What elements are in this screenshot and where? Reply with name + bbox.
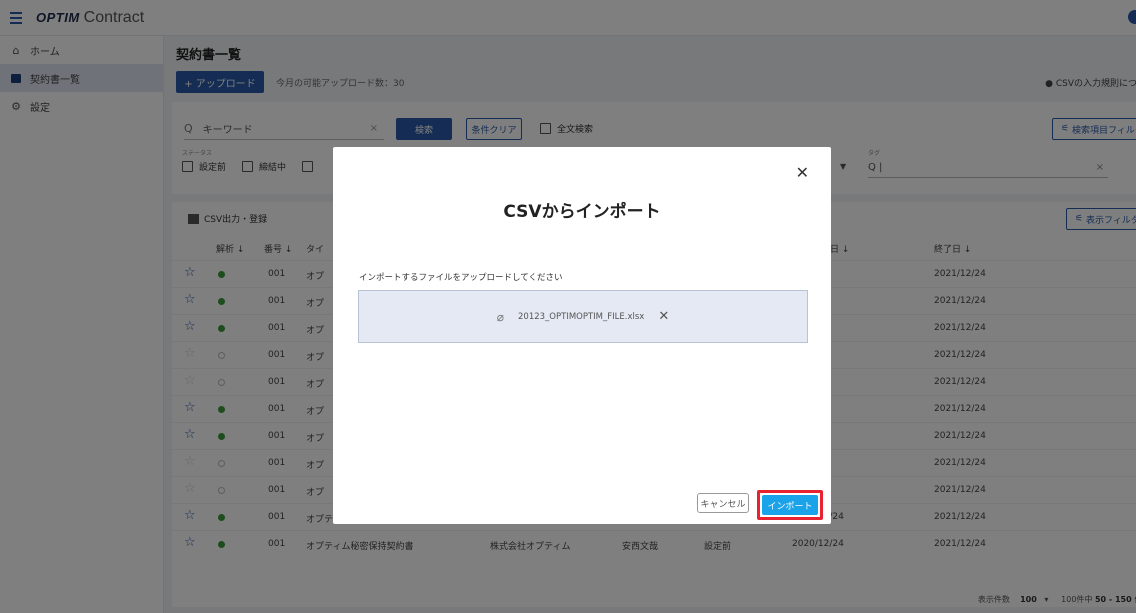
paperclip-icon: ⌀ — [496, 309, 505, 324]
close-icon[interactable]: ✕ — [796, 163, 809, 182]
dialog-instruction: インポートするファイルをアップロードしてください — [359, 273, 563, 283]
file-upload-area[interactable]: ⌀ 20123_OPTIMOPTIM_FILE.xlsx ✕ — [358, 290, 808, 343]
import-button[interactable]: インポート — [762, 495, 818, 515]
csv-import-dialog: ✕ CSVからインポート インポートするファイルをアップロードしてください ⌀ … — [333, 147, 831, 524]
file-name: 20123_OPTIMOPTIM_FILE.xlsx — [518, 311, 645, 322]
dialog-title: CSVからインポート — [503, 202, 661, 222]
import-highlight: インポート — [757, 490, 823, 520]
remove-file-icon[interactable]: ✕ — [658, 309, 669, 324]
cancel-button[interactable]: キャンセル — [697, 493, 749, 513]
